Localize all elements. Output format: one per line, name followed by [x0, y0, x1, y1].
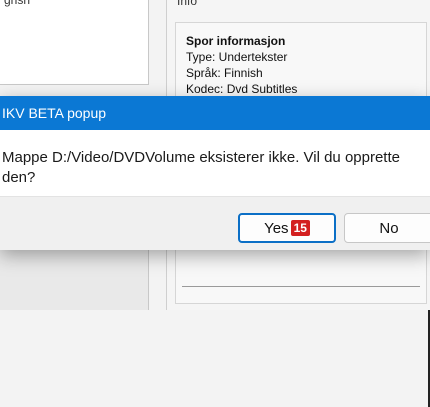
- divider: [182, 286, 420, 287]
- track-info-text: Spor informasjon Type: Undertekster Språ…: [186, 33, 297, 97]
- popup-dialog: IKV BETA popup Mappe D:/Video/DVDVolume …: [0, 96, 430, 250]
- track-info-line-type: Type: Undertekster: [186, 50, 288, 64]
- left-lower-panel: [0, 250, 149, 310]
- track-info-line-codec: Kodec: Dvd Subtitles: [186, 82, 298, 96]
- no-button[interactable]: No: [344, 213, 430, 243]
- list-item[interactable]: gnsh: [4, 0, 30, 7]
- track-info-line-language: Språk: Finnish: [186, 66, 263, 80]
- info-title: Info: [177, 0, 198, 8]
- dialog-title: IKV BETA popup: [2, 105, 107, 121]
- left-list-panel: gnsh: [0, 0, 149, 85]
- shortcut-badge: 15: [290, 220, 310, 236]
- yes-button[interactable]: Yes 15: [238, 213, 336, 243]
- yes-button-label: Yes: [264, 219, 289, 237]
- no-button-label: No: [379, 219, 399, 237]
- dialog-footer: Yes 15 No: [0, 196, 430, 250]
- dialog-titlebar[interactable]: IKV BETA popup: [0, 96, 430, 130]
- dialog-message: Mappe D:/Video/DVDVolume eksisterer ikke…: [2, 149, 400, 186]
- track-info-header: Spor informasjon: [186, 34, 286, 48]
